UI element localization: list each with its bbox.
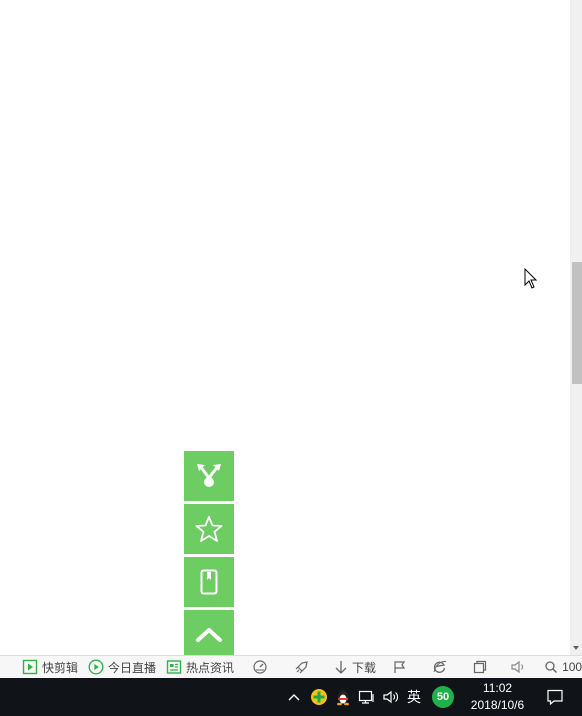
ie-mode-button[interactable] (432, 656, 448, 679)
zoom-level: 100% (562, 660, 582, 674)
share-icon (197, 464, 221, 487)
flag-button[interactable] (392, 656, 408, 679)
action-center-button[interactable] (540, 678, 570, 716)
clock-time: 11:02 (482, 681, 513, 695)
mouse-cursor-icon (524, 268, 538, 289)
bookmark-button[interactable] (184, 557, 234, 607)
security-tray-button[interactable] (309, 678, 329, 716)
network-monitor-icon (358, 690, 374, 704)
qq-tray-button[interactable] (334, 678, 352, 716)
speaker-icon (511, 660, 524, 674)
volume-tray-button[interactable] (381, 678, 401, 716)
browser-status-bar: 快剪辑 今日直播 热点资讯 下载 100 (0, 655, 582, 678)
zoom-button[interactable]: 100% (544, 656, 582, 679)
show-hidden-icons-button[interactable] (286, 678, 302, 716)
360-security-icon (311, 689, 327, 705)
video-edit-icon (22, 659, 38, 675)
clock-date: 2018/10/6 (470, 698, 525, 712)
scroll-down-arrow-icon[interactable] (571, 643, 581, 653)
vertical-scrollbar[interactable] (570, 0, 582, 655)
windows-taskbar: 英 50 11:02 2018/10/6 (0, 678, 582, 716)
window-button[interactable] (472, 656, 488, 679)
mute-button[interactable] (510, 656, 528, 679)
ie-icon (433, 660, 447, 673)
window-restore-icon (473, 660, 487, 674)
download-label: 下载 (352, 660, 377, 675)
page-content (0, 0, 570, 655)
magnifier-icon (545, 661, 558, 674)
book-icon (200, 569, 218, 595)
kuaijianji-button[interactable]: 快剪辑 (22, 656, 78, 679)
live-label: 今日直播 (108, 660, 157, 675)
notification-count-button[interactable]: 50 (430, 678, 456, 716)
scrollbar-thumb[interactable] (572, 262, 582, 384)
share-button[interactable] (184, 451, 234, 501)
news-icon (166, 660, 182, 674)
flag-icon (394, 661, 406, 673)
ime-indicator[interactable]: 英 (404, 678, 424, 716)
live-button[interactable]: 今日直播 (88, 656, 156, 679)
kuaijianji-label: 快剪辑 (42, 660, 79, 675)
chevron-up-icon (288, 694, 300, 701)
favorite-button[interactable] (184, 504, 234, 554)
rocket-button[interactable] (294, 656, 310, 679)
back-to-top-button[interactable] (184, 610, 234, 655)
download-arrow-icon (335, 661, 347, 674)
rocket-icon (295, 661, 308, 674)
news-label: 热点资讯 (186, 660, 235, 675)
qq-penguin-icon (337, 690, 349, 706)
star-icon (195, 516, 223, 542)
play-circle-icon (88, 659, 104, 675)
network-tray-button[interactable] (357, 678, 377, 716)
volume-icon (383, 690, 398, 704)
speedup-button[interactable] (252, 656, 268, 679)
speedometer-icon (253, 660, 267, 674)
system-clock[interactable]: 11:02 2018/10/6 (460, 680, 535, 714)
count-badge: 50 (432, 686, 454, 708)
news-button[interactable]: 热点资讯 (166, 656, 234, 679)
notification-icon (547, 689, 563, 706)
download-button[interactable]: 下载 (334, 656, 376, 679)
chevron-up-icon (196, 628, 222, 642)
